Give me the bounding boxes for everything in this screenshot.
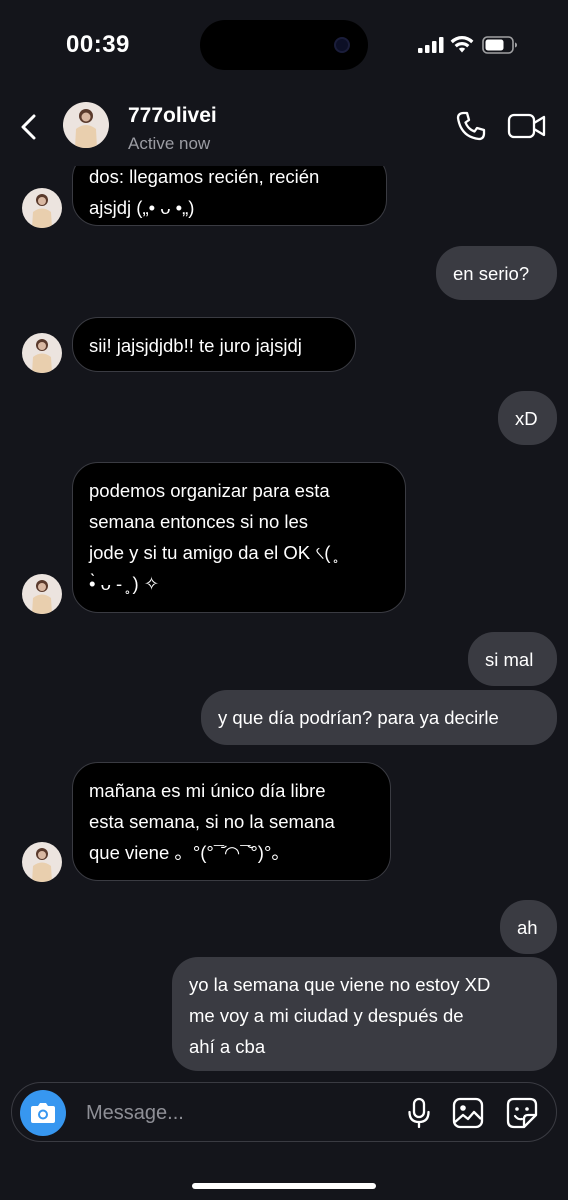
sender-avatar [22,574,62,614]
message-bubble-incoming[interactable]: podemos organizar para esta semana enton… [72,462,406,613]
message-list[interactable]: dos: llegamos recién, recién ajsjdj („• … [0,166,568,1080]
message-bubble-incoming[interactable]: sii! jajsjdjdb!! te juro jajsjdj [72,317,356,372]
back-icon[interactable] [16,112,42,142]
dynamic-island [200,20,368,70]
message-input[interactable] [86,1093,386,1133]
microphone-icon[interactable] [406,1097,432,1129]
message-bubble-outgoing[interactable]: y que día podrían? para ya decirle [201,690,557,745]
message-bubble-outgoing[interactable]: si mal [468,632,557,686]
camera-button[interactable] [20,1090,66,1136]
sticker-icon[interactable] [506,1097,538,1129]
message-bubble-outgoing[interactable]: xD [498,391,557,445]
contact-avatar[interactable] [63,102,109,148]
gallery-icon[interactable] [452,1097,484,1129]
status-time: 00:39 [66,31,130,58]
sender-avatar [22,333,62,373]
contact-name[interactable]: 777olivei [128,104,217,128]
message-bubble-outgoing[interactable]: en serio? [436,246,557,300]
battery-icon [482,36,517,54]
video-camera-icon[interactable] [507,112,547,140]
message-bubble-incoming[interactable]: dos: llegamos recién, recién ajsjdj („• … [72,166,387,226]
sender-avatar [22,842,62,882]
message-bubble-outgoing[interactable]: yo la semana que viene no estoy XD me vo… [172,957,557,1071]
message-bubble-outgoing[interactable]: ah [500,900,557,954]
wifi-icon [450,36,474,53]
status-bar: 00:39 [0,0,568,90]
home-indicator[interactable] [192,1183,376,1189]
sender-avatar [22,188,62,228]
camera-icon [31,1103,55,1123]
message-bubble-incoming[interactable]: mañana es mi único día libre esta semana… [72,762,391,881]
cellular-signal-icon [418,37,444,53]
contact-status: Active now [128,134,211,153]
message-composer [11,1082,557,1142]
dm-thread-screen: 00:39 777olivei Active now dos: llegamos… [0,0,568,1200]
chat-header: 777olivei Active now [0,90,568,166]
phone-icon[interactable] [455,110,487,142]
